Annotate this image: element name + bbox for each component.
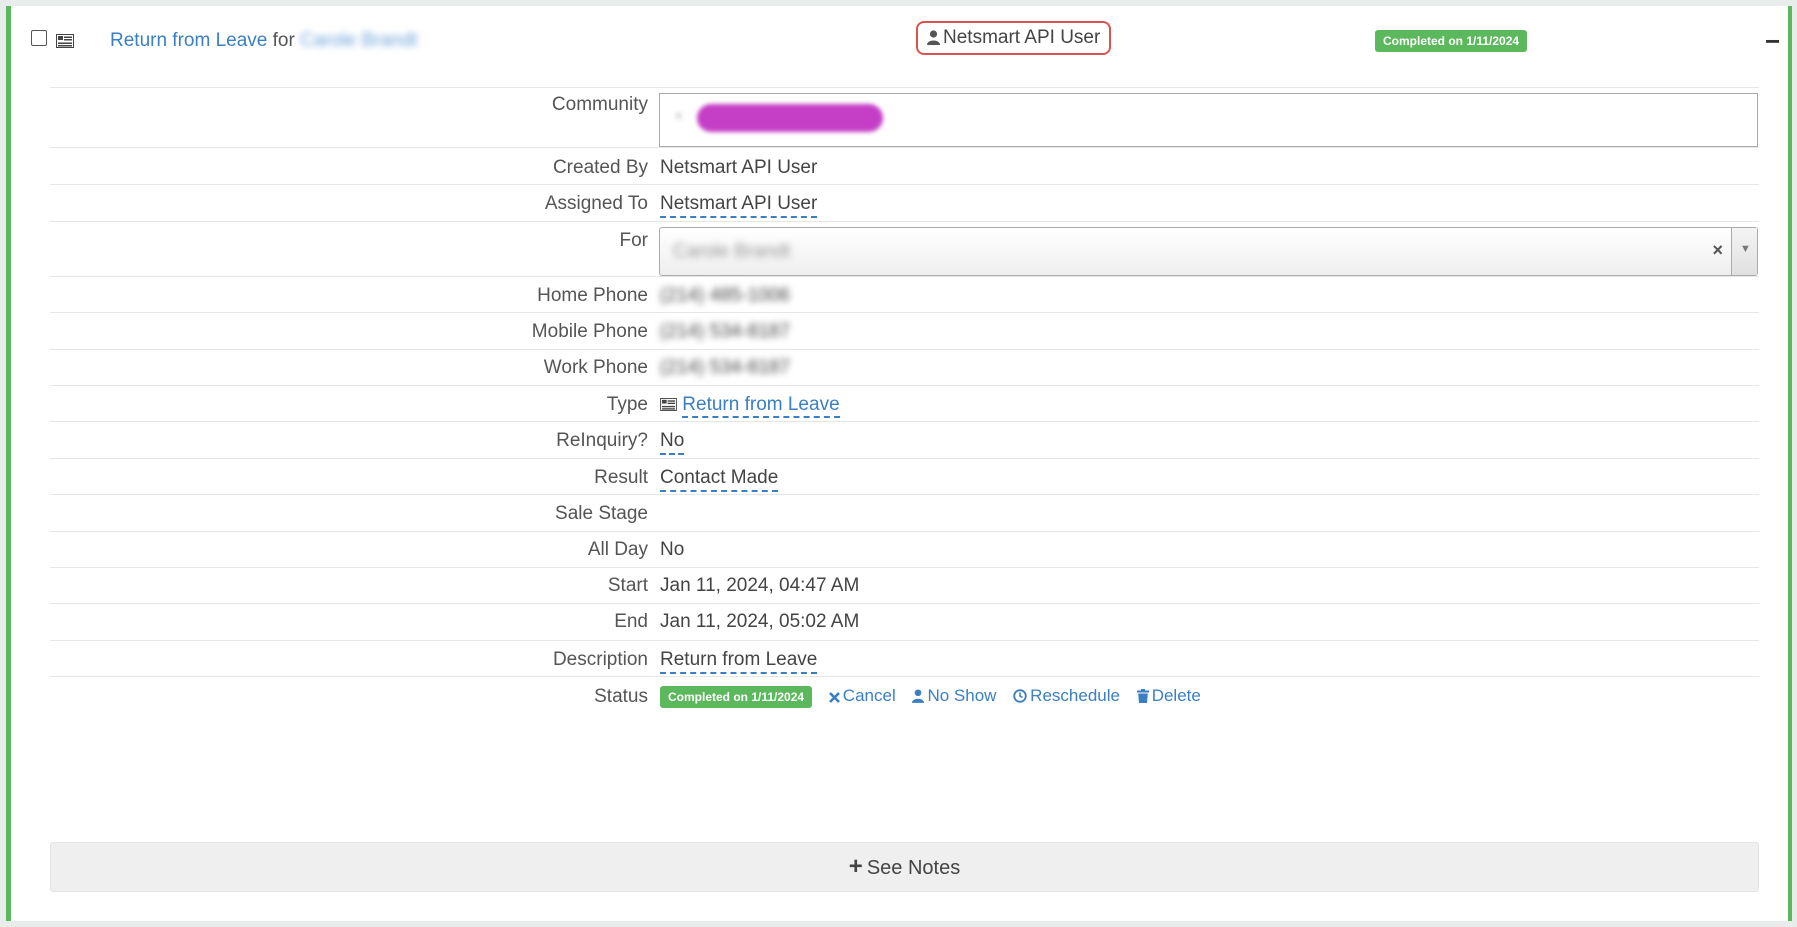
- result-label: Result: [594, 467, 648, 488]
- row-all-day: All Day No: [50, 531, 1759, 567]
- reschedule-button[interactable]: Reschedule: [1013, 686, 1125, 705]
- see-notes-label: See Notes: [866, 857, 961, 879]
- mobile-phone-label: Mobile Phone: [531, 321, 648, 342]
- for-label: For: [619, 230, 649, 251]
- details-table: Community × Created By Netsmart API User…: [50, 87, 1759, 716]
- for-select[interactable]: Carole Brandt × ▼: [659, 227, 1758, 276]
- home-phone-label: Home Phone: [537, 285, 648, 306]
- reinquiry-label: ReInquiry?: [556, 430, 648, 451]
- no-show-button[interactable]: No Show: [912, 686, 1001, 705]
- clear-icon[interactable]: ×: [1712, 240, 1723, 261]
- description-link[interactable]: Return from Leave: [660, 649, 818, 674]
- collapse-icon[interactable]: −: [1765, 28, 1780, 54]
- status-badge: Completed on 1/11/2024: [1375, 30, 1528, 52]
- for-word: for: [272, 30, 295, 51]
- row-reinquiry: ReInquiry? No: [50, 421, 1759, 458]
- activity-header: Return from Leave for Carole Brandt Nets…: [11, 6, 1788, 78]
- chevron-down-icon: ▼: [1740, 243, 1751, 255]
- type-link[interactable]: Return from Leave: [682, 394, 840, 418]
- row-assigned-to: Assigned To Netsmart API User: [50, 184, 1759, 221]
- row-description: Description Return from Leave: [50, 640, 1759, 676]
- activity-type-link[interactable]: Return from Leave: [110, 30, 267, 51]
- status-label: Status: [594, 686, 648, 707]
- select-checkbox[interactable]: [31, 30, 47, 46]
- row-sale-stage: Sale Stage: [50, 494, 1759, 531]
- row-work-phone: Work Phone (214) 534-8187: [50, 349, 1759, 385]
- owner-name: Netsmart API User: [943, 27, 1101, 48]
- row-for: For Carole Brandt × ▼: [50, 221, 1759, 276]
- row-end: End Jan 11, 2024, 05:02 AM: [50, 603, 1759, 640]
- assigned-to-link[interactable]: Netsmart API User: [660, 193, 818, 218]
- row-type: Type Return from Leave: [50, 385, 1759, 421]
- home-phone-value: (214) 485-1006: [660, 285, 790, 306]
- all-day-value: No: [660, 539, 685, 560]
- result-link[interactable]: Contact Made: [660, 467, 779, 492]
- start-value: Jan 11, 2024, 04:47 AM: [660, 575, 860, 596]
- assigned-to-label: Assigned To: [544, 193, 648, 214]
- user-icon: [912, 689, 925, 703]
- close-icon: [828, 692, 840, 703]
- row-result: Result Contact Made: [50, 458, 1759, 494]
- work-phone-value: (214) 534-8187: [660, 357, 790, 378]
- clock-icon: [1013, 689, 1027, 703]
- cancel-button[interactable]: Cancel: [828, 686, 901, 705]
- row-created-by: Created By Netsmart API User: [50, 147, 1759, 184]
- all-day-label: All Day: [587, 539, 648, 560]
- end-label: End: [614, 611, 648, 632]
- activity-card: Return from Leave for Carole Brandt Nets…: [6, 6, 1792, 921]
- dropdown-arrow[interactable]: ▼: [1731, 228, 1757, 275]
- for-contact-link[interactable]: Carole Brandt: [300, 30, 417, 51]
- user-icon: [927, 30, 940, 45]
- row-home-phone: Home Phone (214) 485-1006: [50, 276, 1759, 312]
- owner-label: Netsmart API User: [916, 21, 1112, 55]
- list-card-icon: [660, 398, 677, 411]
- reinquiry-link[interactable]: No: [660, 430, 685, 455]
- sale-stage-label: Sale Stage: [555, 503, 648, 524]
- see-notes-button[interactable]: + See Notes: [50, 842, 1759, 892]
- status-badge: Completed on 1/11/2024: [660, 686, 813, 708]
- community-tag[interactable]: [697, 104, 883, 132]
- row-status: Status Completed on 1/11/2024 Cancel No …: [50, 676, 1759, 716]
- type-label: Type: [606, 394, 648, 415]
- created-by-label: Created By: [552, 157, 648, 178]
- row-mobile-phone: Mobile Phone (214) 534-8187: [50, 312, 1759, 349]
- created-by-value: Netsmart API User: [660, 157, 818, 178]
- type-value: Return from Leave: [660, 394, 840, 418]
- description-label: Description: [552, 649, 648, 670]
- status-value: Completed on 1/11/2024 Cancel No Show Re…: [660, 686, 1201, 708]
- community-multiselect[interactable]: ×: [659, 93, 1758, 147]
- activity-title: Return from Leave for Carole Brandt: [110, 30, 417, 52]
- delete-button[interactable]: Delete: [1136, 686, 1201, 705]
- plus-icon: +: [848, 853, 863, 880]
- community-label: Community: [551, 94, 648, 115]
- mobile-phone-value: (214) 534-8187: [660, 321, 790, 342]
- row-start: Start Jan 11, 2024, 04:47 AM: [50, 567, 1759, 603]
- work-phone-label: Work Phone: [543, 357, 648, 378]
- for-select-value: Carole Brandt: [673, 241, 791, 262]
- list-card-icon: [56, 32, 74, 54]
- remove-icon[interactable]: ×: [674, 108, 683, 126]
- start-label: Start: [607, 575, 648, 596]
- end-value: Jan 11, 2024, 05:02 AM: [660, 611, 860, 632]
- row-community: Community ×: [50, 87, 1759, 147]
- trash-icon: [1136, 689, 1149, 703]
